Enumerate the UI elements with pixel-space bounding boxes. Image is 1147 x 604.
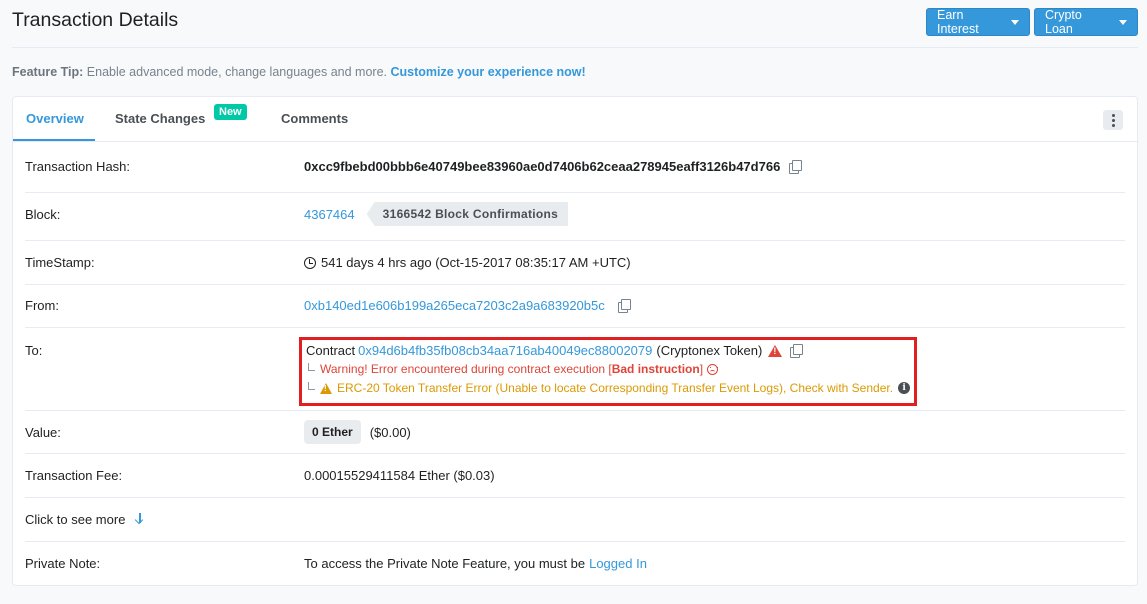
- divider: [25, 453, 1125, 454]
- divider: [25, 192, 1125, 193]
- see-more-link[interactable]: Click to see more: [25, 512, 145, 527]
- warning-text: Warning! Error encountered during contra…: [320, 362, 612, 376]
- warning-icon: [320, 382, 332, 394]
- active-tab-indicator: [13, 139, 95, 141]
- logged-in-link[interactable]: Logged In: [589, 556, 647, 571]
- from-address-link[interactable]: 0xb140ed1e606b199a265eca7203c2a9a683920b…: [304, 298, 605, 313]
- tab-bar: Overview State Changes New Comments: [13, 97, 1137, 142]
- copy-icon[interactable]: [617, 299, 631, 313]
- info-icon[interactable]: i: [898, 382, 911, 394]
- from-label: From:: [25, 298, 59, 313]
- crypto-loan-label: Crypto Loan: [1045, 8, 1082, 36]
- block-value-wrap: 4367464 3166542 Block Confirmations: [304, 202, 569, 226]
- copy-icon[interactable]: [790, 344, 804, 358]
- hash-label: Transaction Hash:: [25, 159, 131, 174]
- feature-tip-label: Feature Tip:: [12, 65, 84, 79]
- copy-icon[interactable]: [789, 160, 803, 174]
- divider: [25, 284, 1125, 285]
- page-title: Transaction Details: [12, 9, 179, 31]
- from-value-wrap: 0xb140ed1e606b199a265eca7203c2a9a683920b…: [304, 298, 631, 313]
- divider: [25, 327, 1125, 328]
- warning-end: ]: [699, 362, 704, 376]
- ether-amount-badge: 0 Ether: [304, 420, 361, 444]
- erc20-error-text: ERC-20 Token Transfer Error (Unable to l…: [337, 381, 894, 395]
- contract-address-link[interactable]: 0x94d6b4fb35fb08cb34aa716ab40049ec880020…: [358, 343, 652, 358]
- warning-icon: [768, 344, 783, 357]
- contract-prefix: Contract: [306, 343, 356, 358]
- private-note-text: To access the Private Note Feature, you …: [304, 556, 586, 571]
- earn-interest-label: Earn Interest: [937, 8, 979, 36]
- customize-link[interactable]: Customize your experience now!: [390, 65, 585, 79]
- header: Transaction Details Earn Interest Crypto…: [12, 0, 1138, 48]
- chevron-down-icon: [1119, 19, 1127, 25]
- fee-value: 0.00015529411584 Ether ($0.03): [304, 468, 495, 483]
- usd-value: ($0.00): [369, 424, 411, 440]
- execution-warning-line: Warning! Error encountered during contra…: [306, 362, 719, 376]
- tree-branch-icon: [308, 382, 315, 390]
- hash-value-wrap: 0xcc9fbebd00bbb6e40749bee83960ae0d7406b6…: [304, 159, 803, 174]
- transaction-card: Overview State Changes New Comments Tran…: [12, 96, 1138, 586]
- more-options-icon[interactable]: [1103, 110, 1123, 130]
- tree-branch-icon: [308, 363, 315, 371]
- divider: [25, 497, 1125, 498]
- private-note-label: Private Note:: [25, 556, 101, 571]
- transaction-hash: 0xcc9fbebd00bbb6e40749bee83960ae0d7406b6…: [304, 159, 781, 174]
- timestamp-label: TimeStamp:: [25, 255, 95, 270]
- new-badge: New: [214, 104, 247, 120]
- tab-overview[interactable]: Overview: [26, 111, 84, 126]
- tab-comments[interactable]: Comments: [281, 111, 348, 126]
- block-number-link[interactable]: 4367464: [304, 207, 355, 222]
- divider: [25, 240, 1125, 241]
- chevron-down-icon: [1011, 19, 1019, 25]
- feature-tip-text: Enable advanced mode, change languages a…: [83, 65, 391, 79]
- block-label: Block:: [25, 207, 61, 222]
- divider: [25, 410, 1125, 411]
- token-name: (Cryptonex Token): [656, 343, 763, 358]
- see-more-text: Click to see more: [25, 512, 126, 527]
- sad-face-icon: [707, 363, 719, 375]
- block-confirmations-badge: 3166542 Block Confirmations: [366, 202, 569, 226]
- private-note-value: To access the Private Note Feature, you …: [304, 556, 647, 571]
- timestamp-value-wrap: 541 days 4 hrs ago (Oct-15-2017 08:35:17…: [304, 255, 631, 270]
- earn-interest-button[interactable]: Earn Interest: [926, 8, 1030, 36]
- value-label: Value:: [25, 425, 61, 440]
- erc20-error-line: ERC-20 Token Transfer Error (Unable to l…: [306, 381, 911, 395]
- arrow-down-icon: [135, 513, 145, 524]
- tab-state-changes[interactable]: State Changes: [115, 111, 205, 126]
- divider: [25, 541, 1125, 542]
- to-label: To:: [25, 343, 43, 358]
- value-wrap: 0 Ether ($0.00): [304, 420, 411, 444]
- crypto-loan-button[interactable]: Crypto Loan: [1034, 8, 1138, 36]
- clock-icon: [304, 256, 316, 269]
- fee-label: Transaction Fee:: [25, 468, 123, 483]
- feature-tip: Feature Tip: Enable advanced mode, chang…: [12, 65, 586, 79]
- timestamp-value: 541 days 4 hrs ago (Oct-15-2017 08:35:17…: [321, 255, 631, 270]
- to-highlight-box: Contract 0x94d6b4fb35fb08cb34aa716ab4004…: [299, 337, 917, 406]
- warning-bold: Bad instruction: [611, 362, 700, 376]
- to-contract-line: Contract 0x94d6b4fb35fb08cb34aa716ab4004…: [306, 343, 804, 358]
